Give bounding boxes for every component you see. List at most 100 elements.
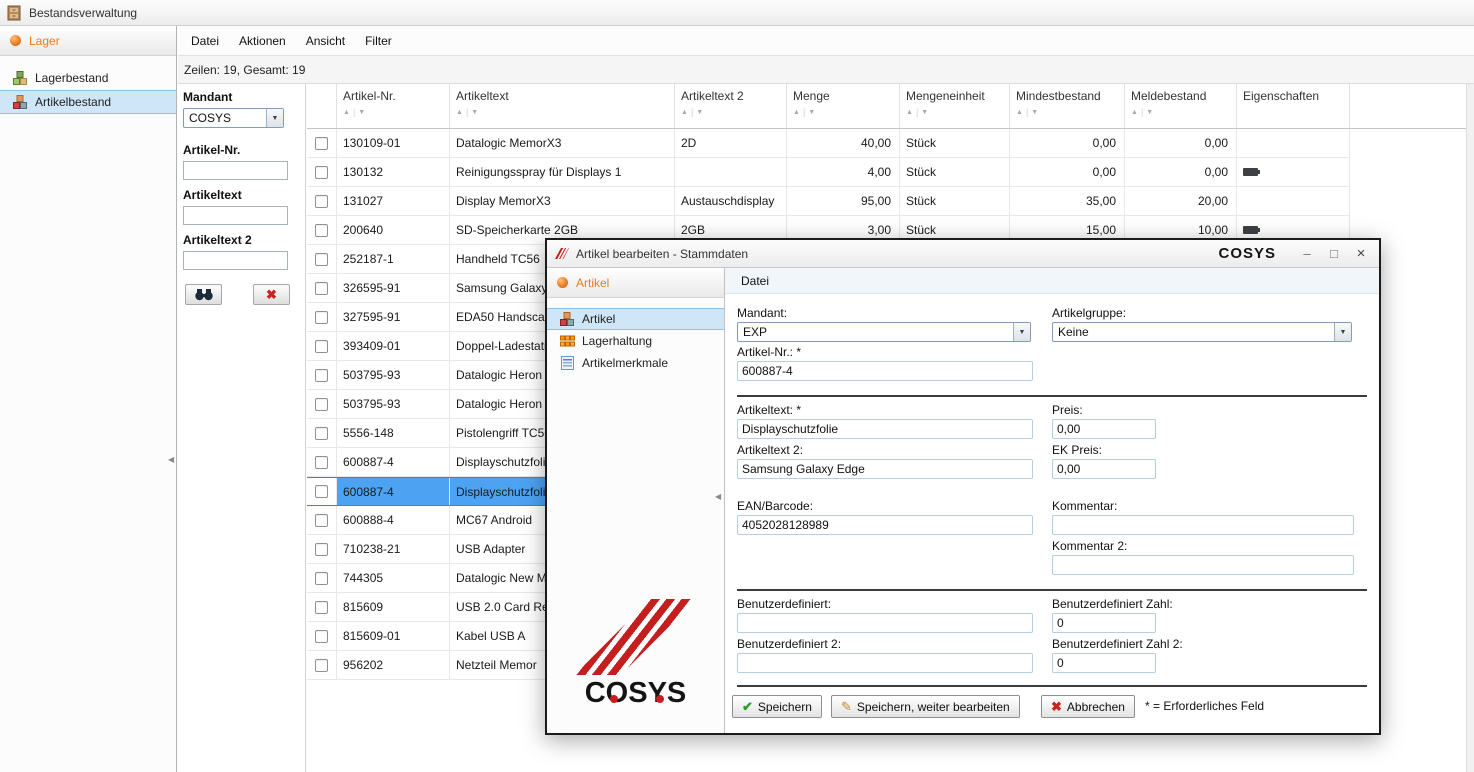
dialog-nav-group-artikel[interactable]: Artikel: [547, 268, 724, 298]
table-row[interactable]: 130109-01 Datalogic MemorX3 2D 40,00 Stü…: [307, 129, 1350, 158]
dropdown-arrow-icon[interactable]: ▼: [266, 109, 283, 127]
sort-asc-icon[interactable]: ▲: [793, 109, 800, 116]
sort-asc-icon[interactable]: ▲: [906, 109, 913, 116]
sort-desc-icon[interactable]: ▼: [358, 109, 365, 116]
menu-datei[interactable]: Datei: [181, 26, 229, 56]
row-checkbox[interactable]: [315, 166, 328, 179]
row-checkbox[interactable]: [315, 195, 328, 208]
close-button[interactable]: ×: [1351, 245, 1371, 262]
speichern-weiter-button[interactable]: ✎ Speichern, weiter bearbeiten: [831, 695, 1020, 718]
row-checkbox[interactable]: [315, 572, 328, 585]
row-checkbox[interactable]: [315, 253, 328, 266]
pencil-icon: ✎: [841, 700, 852, 713]
row-checkbox[interactable]: [315, 398, 328, 411]
sort-control[interactable]: ▲|▼: [1131, 107, 1230, 117]
sort-desc-icon[interactable]: ▼: [1146, 109, 1153, 116]
header-menge[interactable]: Menge ▲|▼: [787, 84, 900, 128]
row-checkbox[interactable]: [315, 485, 328, 498]
header-artikeltext2[interactable]: Artikeltext 2 ▲|▼: [675, 84, 787, 128]
row-checkbox[interactable]: [315, 311, 328, 324]
ekpreis-input[interactable]: [1052, 459, 1156, 479]
artikeltext-input[interactable]: [737, 419, 1033, 439]
menu-filter[interactable]: Filter: [355, 26, 402, 56]
sort-control[interactable]: ▲|▼: [906, 107, 1003, 117]
sort-asc-icon[interactable]: ▲: [456, 109, 463, 116]
table-row[interactable]: 131027 Display MemorX3 Austauschdisplay …: [307, 187, 1350, 216]
sidebar-collapse-handle[interactable]: ◀: [168, 455, 174, 464]
artikeltext2-filter-input[interactable]: [183, 251, 288, 270]
cosys-logo-dot: [656, 695, 664, 703]
row-checkbox[interactable]: [315, 369, 328, 382]
sort-desc-icon[interactable]: ▼: [696, 109, 703, 116]
benutzerdefiniert-label: Benutzerdefiniert:: [737, 597, 831, 611]
sort-control[interactable]: ▲|▼: [1016, 107, 1118, 117]
header-artikeltext[interactable]: Artikeltext ▲|▼: [450, 84, 675, 128]
header-mindestbestand[interactable]: Mindestbestand ▲|▼: [1010, 84, 1125, 128]
sort-control[interactable]: ▲|▼: [456, 107, 668, 117]
mandant-select[interactable]: EXP ▼: [737, 322, 1031, 342]
sort-desc-icon[interactable]: ▼: [921, 109, 928, 116]
sort-asc-icon[interactable]: ▲: [681, 109, 688, 116]
header-eigenschaften[interactable]: Eigenschaften: [1237, 84, 1350, 128]
minimize-button[interactable]: –: [1297, 246, 1317, 261]
dropdown-arrow-icon[interactable]: ▼: [1334, 323, 1351, 341]
sort-desc-icon[interactable]: ▼: [808, 109, 815, 116]
dialog-menu-datei[interactable]: Datei: [731, 268, 779, 294]
artikelnr-filter-input[interactable]: [183, 161, 288, 180]
sort-control[interactable]: ▲|▼: [681, 107, 780, 117]
row-checkbox[interactable]: [315, 514, 328, 527]
sort-asc-icon[interactable]: ▲: [343, 109, 350, 116]
clear-filter-button[interactable]: ✖: [253, 284, 290, 305]
sort-asc-icon[interactable]: ▲: [1131, 109, 1138, 116]
vertical-scrollbar[interactable]: [1466, 84, 1474, 772]
abbrechen-button[interactable]: ✖ Abbrechen: [1041, 695, 1135, 718]
header-mengeneinheit[interactable]: Mengeneinheit ▲|▼: [900, 84, 1010, 128]
speichern-button[interactable]: ✔ Speichern: [732, 695, 822, 718]
row-checkbox[interactable]: [315, 659, 328, 672]
artikeltext2-input[interactable]: [737, 459, 1033, 479]
row-checkbox[interactable]: [315, 427, 328, 440]
artikelnr-input[interactable]: [737, 361, 1033, 381]
row-checkbox[interactable]: [315, 630, 328, 643]
sort-desc-icon[interactable]: ▼: [471, 109, 478, 116]
preis-input[interactable]: [1052, 419, 1156, 439]
benutzerdefiniert-zahl-input[interactable]: [1052, 613, 1156, 633]
menu-aktionen[interactable]: Aktionen: [229, 26, 296, 56]
artikeltext-filter-input[interactable]: [183, 206, 288, 225]
benutzerdefiniert2-input[interactable]: [737, 653, 1033, 673]
sort-control[interactable]: ▲|▼: [343, 107, 443, 117]
sidebar-group-lager[interactable]: Lager: [0, 26, 176, 56]
search-button[interactable]: [185, 284, 222, 305]
dropdown-arrow-icon[interactable]: ▼: [1013, 323, 1030, 341]
dialog-titlebar[interactable]: Artikel bearbeiten - Stammdaten COSYS – …: [547, 240, 1379, 268]
header-artikel-nr[interactable]: Artikel-Nr. ▲|▼: [337, 84, 450, 128]
row-checkbox[interactable]: [315, 224, 328, 237]
header-meldebestand[interactable]: Meldebestand ▲|▼: [1125, 84, 1237, 128]
sidebar-item-lagerbestand[interactable]: Lagerbestand: [0, 66, 176, 90]
artikelgruppe-select[interactable]: Keine ▼: [1052, 322, 1352, 342]
dialog-nav-lagerhaltung[interactable]: Lagerhaltung: [547, 330, 724, 352]
mandant-select[interactable]: COSYS ▼: [183, 108, 284, 128]
sort-asc-icon[interactable]: ▲: [1016, 109, 1023, 116]
sidebar-item-artikelbestand[interactable]: Artikelbestand: [0, 90, 176, 114]
row-checkbox[interactable]: [315, 137, 328, 150]
sort-control[interactable]: ▲|▼: [793, 107, 893, 117]
kommentar2-input[interactable]: [1052, 555, 1354, 575]
menu-ansicht[interactable]: Ansicht: [296, 26, 355, 56]
kommentar-input[interactable]: [1052, 515, 1354, 535]
dialog-nav-collapse-handle[interactable]: ◀: [715, 492, 721, 501]
row-checkbox[interactable]: [315, 282, 328, 295]
row-checkbox[interactable]: [315, 543, 328, 556]
dialog-nav-artikelmerkmale[interactable]: Artikelmerkmale: [547, 352, 724, 374]
maximize-button[interactable]: □: [1324, 246, 1344, 261]
table-row[interactable]: 130132 Reinigungsspray für Displays 1 4,…: [307, 158, 1350, 187]
dialog-nav-artikel[interactable]: Artikel: [547, 308, 724, 330]
ean-input[interactable]: [737, 515, 1033, 535]
row-checkbox[interactable]: [315, 456, 328, 469]
benutzerdefiniert-zahl2-input[interactable]: [1052, 653, 1156, 673]
row-checkbox-cell: [307, 478, 337, 505]
row-checkbox[interactable]: [315, 340, 328, 353]
benutzerdefiniert-input[interactable]: [737, 613, 1033, 633]
row-checkbox[interactable]: [315, 601, 328, 614]
sort-desc-icon[interactable]: ▼: [1031, 109, 1038, 116]
